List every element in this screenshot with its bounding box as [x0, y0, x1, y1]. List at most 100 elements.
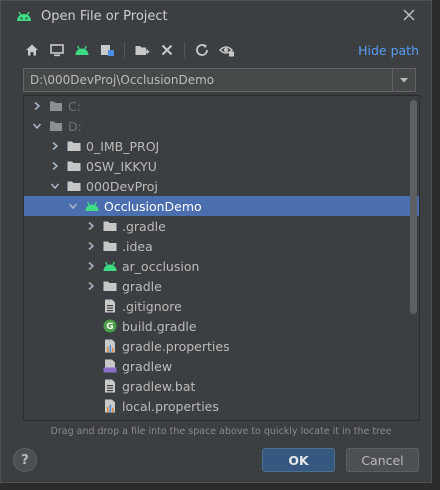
- chevron-right-icon[interactable]: [84, 279, 98, 293]
- tree-row-label: ar_occlusion: [122, 258, 200, 274]
- svg-text:G: G: [106, 322, 113, 332]
- properties-icon: [102, 398, 118, 414]
- tree-scrollbar[interactable]: [410, 100, 417, 412]
- home-button[interactable]: [21, 39, 43, 61]
- path-input[interactable]: [24, 69, 394, 91]
- tree-row-label: .gradle: [122, 218, 166, 234]
- tree-row[interactable]: Gbuild.gradle: [24, 316, 419, 336]
- hide-path-link[interactable]: Hide path: [358, 43, 419, 58]
- tree-row-label: 0_IMB_PROJ: [86, 138, 160, 154]
- desktop-icon: [50, 44, 64, 57]
- tree-row[interactable]: local.properties: [24, 396, 419, 416]
- ok-button[interactable]: OK: [262, 448, 335, 472]
- project-button[interactable]: [71, 39, 93, 61]
- chevron-right-icon[interactable]: [48, 139, 62, 153]
- tree-row-label: 0SW_IKKYU: [86, 158, 157, 174]
- chevron-right-icon[interactable]: [84, 239, 98, 253]
- tree-row[interactable]: gradle: [24, 276, 419, 296]
- script-icon: [102, 358, 118, 374]
- tree-row[interactable]: ar_occlusion: [24, 256, 419, 276]
- path-dropdown-button[interactable]: [392, 69, 415, 91]
- tree-row[interactable]: 0SW_IKKYU: [24, 156, 419, 176]
- show-hidden-files-icon: [219, 46, 234, 57]
- tree-row-label: 000DevProj: [86, 178, 158, 194]
- chevron-right-icon[interactable]: [48, 159, 62, 173]
- tree-row[interactable]: .idea: [24, 236, 419, 256]
- new-folder-icon: [135, 46, 150, 55]
- new-folder-button[interactable]: [131, 39, 153, 61]
- tree-row[interactable]: D:: [24, 116, 416, 136]
- tree-row-label: gradle.properties: [122, 338, 230, 354]
- chevron-down-icon[interactable]: [48, 179, 62, 193]
- properties-icon: [102, 338, 118, 354]
- chevron-right-icon[interactable]: [84, 219, 98, 233]
- folder-icon: [102, 278, 118, 294]
- android-icon: [102, 258, 118, 274]
- home-icon: [26, 44, 38, 56]
- file-icon: [102, 298, 118, 314]
- scrollbar-thumb[interactable]: [410, 100, 417, 314]
- tree-row[interactable]: 0_IMB_PROJ: [24, 136, 419, 156]
- cancel-button[interactable]: Cancel: [346, 448, 419, 472]
- refresh-button[interactable]: [191, 39, 213, 61]
- chevron-down-icon[interactable]: [66, 199, 80, 213]
- folder-icon: [102, 238, 118, 254]
- folder-icon: [66, 138, 82, 154]
- tree-row[interactable]: gradlew: [24, 356, 419, 376]
- module-icon: [101, 45, 114, 56]
- refresh-icon: [196, 44, 208, 56]
- tree-row[interactable]: C:: [24, 96, 416, 116]
- tree-row-label: .gitignore: [122, 298, 182, 314]
- tree-row[interactable]: 000DevProj: [24, 176, 419, 196]
- drive-icon: [48, 98, 64, 114]
- gradle-icon: G: [102, 318, 118, 334]
- drag-drop-hint: Drag and drop a file into the space abov…: [50, 426, 392, 437]
- tree-row[interactable]: .gradle: [24, 216, 419, 236]
- tree-row-label: C:: [68, 98, 81, 114]
- android-studio-icon: [17, 11, 31, 21]
- tree-row[interactable]: gradle.properties: [24, 336, 419, 356]
- tree-row-label: build.gradle: [122, 318, 197, 334]
- module-button[interactable]: [96, 39, 118, 61]
- tree-row-label: gradle: [122, 278, 162, 294]
- tree-row-label: gradlew: [122, 358, 173, 374]
- delete-button[interactable]: [156, 39, 178, 61]
- toolbar-separator: [184, 42, 185, 58]
- close-icon[interactable]: [401, 7, 417, 23]
- path-combobox[interactable]: [23, 68, 416, 92]
- android-icon: [84, 198, 100, 214]
- folder-icon: [66, 158, 82, 174]
- tree-row-label: local.properties: [122, 398, 219, 414]
- toolbar: [21, 39, 241, 61]
- file-icon: [102, 378, 118, 394]
- help-button[interactable]: ?: [13, 448, 37, 472]
- open-file-dialog: Open File or Project Hide path D:\000Dev…: [0, 0, 432, 483]
- chevron-down-icon[interactable]: [30, 119, 44, 133]
- desktop-button[interactable]: [46, 39, 68, 61]
- chevron-right-icon[interactable]: [30, 99, 44, 113]
- toolbar-separator: [124, 42, 125, 58]
- title-bar: Open File or Project: [1, 1, 431, 31]
- chevron-down-icon: [400, 78, 408, 83]
- drive-icon: [48, 118, 64, 134]
- background-editor-edge: [432, 0, 440, 490]
- dialog-title: Open File or Project: [41, 8, 168, 24]
- android-project-icon: [75, 45, 89, 55]
- show-hidden-button[interactable]: [216, 39, 238, 61]
- file-tree[interactable]: local.properties gradlew.bat gradlew gradle…: [23, 95, 420, 421]
- tree-row[interactable]: OcclusionDemo: [24, 196, 419, 216]
- folder-icon: [102, 218, 118, 234]
- delete-icon: [161, 44, 173, 56]
- chevron-right-icon[interactable]: [84, 259, 98, 273]
- tree-row[interactable]: .gitignore: [24, 296, 419, 316]
- folder-icon: [66, 178, 82, 194]
- tree-row-label: gradlew.bat: [122, 378, 196, 394]
- tree-row-label: OcclusionDemo: [104, 198, 202, 214]
- tree-row[interactable]: gradlew.bat: [24, 376, 419, 396]
